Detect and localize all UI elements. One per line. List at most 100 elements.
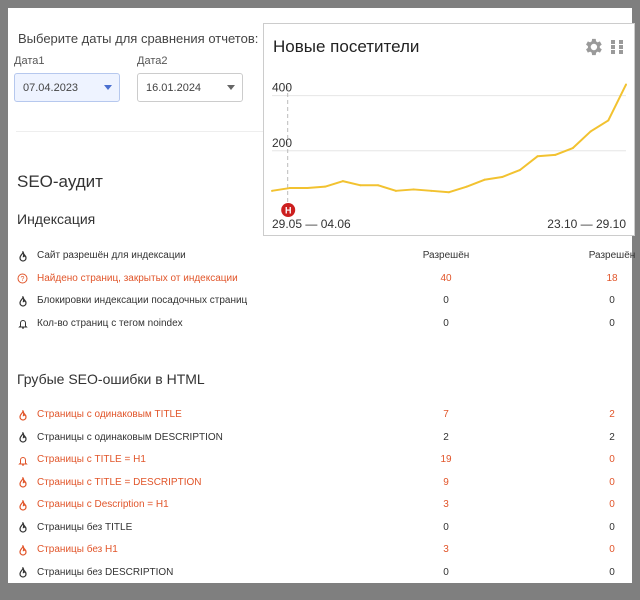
row-value-date1: 9 — [443, 476, 449, 488]
svg-text:?: ? — [21, 276, 25, 283]
row-value-date2: 0 — [609, 317, 615, 329]
data-point — [448, 191, 450, 194]
row-label: Кол-во страниц с тегом noindex — [37, 317, 183, 329]
row-value-date2: 0 — [609, 566, 615, 578]
data-point — [394, 189, 397, 192]
audit-row[interactable]: Страницы с Description = H1 3 0 — [17, 498, 627, 514]
data-point — [625, 83, 627, 86]
fire-icon — [17, 250, 28, 262]
audit-row[interactable]: ? Найдено страниц, закрытых от индексации… — [17, 272, 627, 288]
bell-icon — [17, 318, 28, 330]
row-label[interactable]: Страницы с одинаковым TITLE — [37, 409, 182, 420]
date1-label: Дата1 — [14, 55, 45, 67]
date2-select[interactable]: 16.01.2024 — [137, 73, 243, 102]
row-value-date2: 2 — [609, 431, 615, 443]
fire-icon — [17, 544, 28, 556]
row-value-date2: 0 — [609, 476, 615, 488]
chevron-down-icon — [97, 85, 119, 90]
data-point — [501, 176, 504, 179]
audit-row: Сайт разрешён для индексации Разрешён Разр… — [17, 249, 635, 265]
audit-row: Страницы без TITLE 0 0 — [17, 521, 627, 537]
audit-row[interactable]: Страницы с одинаковым TITLE 7 2 — [17, 408, 627, 424]
new-visitors-widget: Новые посетители 200 400 H 29.05 — 04.06 23.… — [263, 23, 635, 236]
x-tick-label: 29.05 — 04.06 — [272, 217, 351, 231]
row-value-date1: 19 — [440, 454, 452, 465]
bell-icon — [17, 454, 28, 466]
audit-row[interactable]: Страницы с TITLE = H1 19 0 — [17, 453, 627, 469]
row-label: Страницы без DESCRIPTION — [37, 566, 174, 578]
row-value-date2: 2 — [609, 409, 615, 420]
date1-select[interactable]: 07.04.2023 — [14, 73, 120, 102]
fire-icon — [17, 295, 28, 307]
chevron-down-icon — [220, 85, 242, 90]
audit-row: Страницы без DESCRIPTION 0 0 — [17, 566, 627, 582]
data-point — [271, 189, 273, 192]
row-label[interactable]: Страницы с TITLE = H1 — [37, 454, 146, 465]
event-marker[interactable]: H — [281, 203, 296, 217]
row-value-date1: 3 — [443, 499, 449, 510]
row-label: Страницы без TITLE — [37, 521, 133, 533]
row-value-date2: 0 — [609, 454, 615, 465]
row-value-date1: 7 — [443, 409, 449, 420]
data-point — [359, 184, 362, 187]
row-value-date2: Разрешён — [588, 250, 636, 261]
x-tick-label: 23.10 — 29.10 — [547, 217, 626, 231]
data-point — [607, 119, 610, 122]
data-point — [536, 155, 539, 158]
row-value-date2: 0 — [609, 544, 615, 555]
date2-value: 16.01.2024 — [146, 81, 202, 94]
audit-row: Кол-во страниц с тегом noindex 0 0 — [17, 317, 627, 333]
row-value-date1: 40 — [440, 272, 452, 284]
audit-row[interactable]: Страницы без H1 3 0 — [17, 543, 627, 559]
data-point — [554, 153, 557, 156]
row-value-date2: 0 — [609, 295, 615, 306]
audit-row[interactable]: Страницы с TITLE = DESCRIPTION 9 0 — [17, 476, 627, 492]
audit-row: Страницы с одинаковым DESCRIPTION 2 2 — [17, 431, 627, 447]
row-value-date1: 2 — [443, 431, 449, 443]
fire-icon — [17, 432, 28, 444]
data-point — [324, 185, 327, 188]
data-point — [288, 187, 291, 190]
date1-value: 07.04.2023 — [23, 81, 79, 94]
row-label[interactable]: Страницы с TITLE = DESCRIPTION — [37, 477, 201, 488]
row-value-date1: 0 — [443, 566, 449, 578]
row-value-date1: 0 — [443, 317, 449, 329]
row-value-date1: Разрешён — [422, 250, 470, 261]
row-value-date2: 0 — [609, 499, 615, 510]
data-point — [341, 180, 344, 183]
row-label[interactable]: Страницы без H1 — [37, 544, 118, 555]
fire-icon — [17, 522, 28, 534]
audit-row: Блокировки индексации посадочных страниц… — [17, 294, 627, 310]
data-point — [518, 169, 521, 172]
data-point — [377, 184, 380, 187]
row-label[interactable]: Найдено страниц, закрытых от индексации — [37, 273, 238, 284]
data-point — [465, 185, 468, 188]
row-label: Страницы с одинаковым DESCRIPTION — [37, 431, 223, 443]
seo-audit-title: SEO-аудит — [17, 172, 103, 191]
compare-dates-title: Выберите даты для сравнения отчетов: — [18, 31, 259, 46]
data-point — [483, 178, 486, 181]
y-tick-label: 200 — [272, 136, 292, 150]
data-point — [571, 147, 574, 150]
data-point — [306, 187, 309, 190]
data-point — [412, 188, 415, 191]
row-value-date2: 0 — [609, 521, 615, 533]
fire-icon — [17, 567, 28, 579]
data-point — [589, 130, 592, 133]
row-label: Блокировки индексации посадочных страниц — [37, 295, 248, 306]
row-value-date1: 0 — [443, 521, 449, 533]
row-value-date1: 0 — [443, 295, 449, 306]
indexing-title: Индексация — [17, 211, 96, 227]
html-errors-title: Грубые SEO-ошибки в HTML — [17, 371, 205, 387]
question-icon: ? — [17, 273, 28, 285]
new-visitors-chart: 200 400 H29.05 — 04.06 23.10 — 29.10 — [271, 81, 627, 231]
date2-label: Дата2 — [137, 55, 168, 67]
row-label[interactable]: Страницы с Description = H1 — [37, 499, 169, 510]
row-label: Сайт разрешён для индексации — [37, 250, 186, 261]
fire-icon — [17, 409, 28, 421]
row-value-date2: 18 — [606, 272, 618, 284]
row-value-date1: 3 — [443, 544, 449, 555]
series-line — [271, 84, 627, 194]
y-tick-label: 400 — [272, 81, 292, 95]
data-point — [430, 189, 433, 192]
